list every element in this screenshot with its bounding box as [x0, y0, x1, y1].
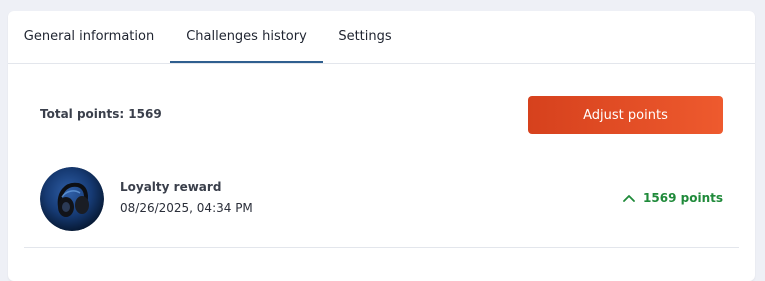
- tab-bar: General information Challenges history S…: [8, 11, 755, 64]
- tab-challenges-history[interactable]: Challenges history: [170, 11, 323, 63]
- chevron-up-icon: [623, 191, 635, 205]
- history-item-datetime: 08/26/2025, 04:34 PM: [120, 201, 253, 215]
- headset-image: [40, 167, 104, 231]
- avatar: [40, 167, 104, 231]
- tab-label: General information: [23, 29, 155, 44]
- tab-general-information[interactable]: General information: [8, 11, 170, 62]
- history-item-title: Loyalty reward: [120, 180, 222, 194]
- tab-settings[interactable]: Settings: [323, 11, 407, 62]
- challenges-card: General information Challenges history S…: [8, 11, 755, 281]
- history-item-points: 1569 points: [623, 191, 723, 205]
- total-points: Total points: 1569: [40, 107, 162, 121]
- tab-label: Settings: [338, 29, 392, 44]
- adjust-points-button[interactable]: Adjust points: [528, 96, 723, 134]
- points-value: 1569 points: [643, 191, 723, 205]
- tab-label: Challenges history: [186, 29, 307, 44]
- row-divider: [24, 247, 739, 248]
